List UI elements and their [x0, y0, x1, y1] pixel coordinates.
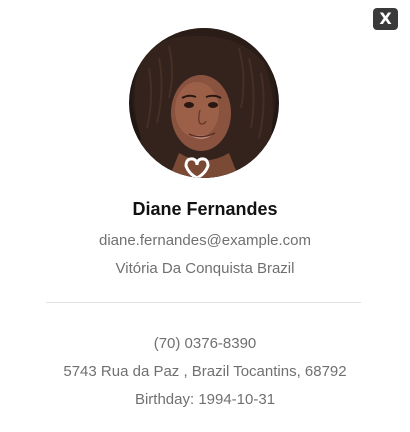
avatar-photo: [129, 28, 279, 178]
profile-location: Vitória Da Conquista Brazil: [115, 260, 295, 277]
profile-phone: (70) 0376-8390: [153, 335, 257, 352]
user-profile-card: X Diane Fernandes diane.fernandes@exampl…: [0, 0, 410, 432]
close-button[interactable]: X: [373, 8, 398, 30]
profile-address: 5743 Rua da Paz , Brazil Tocantins, 6879…: [63, 363, 347, 380]
close-icon: X: [379, 9, 392, 28]
profile-birthday: Birthday: 1994-10-31: [134, 391, 276, 408]
divider: [46, 302, 361, 303]
profile-name: Diane Fernandes: [132, 199, 278, 219]
avatar: [129, 28, 279, 178]
profile-email: diane.fernandes@example.com: [98, 232, 311, 249]
